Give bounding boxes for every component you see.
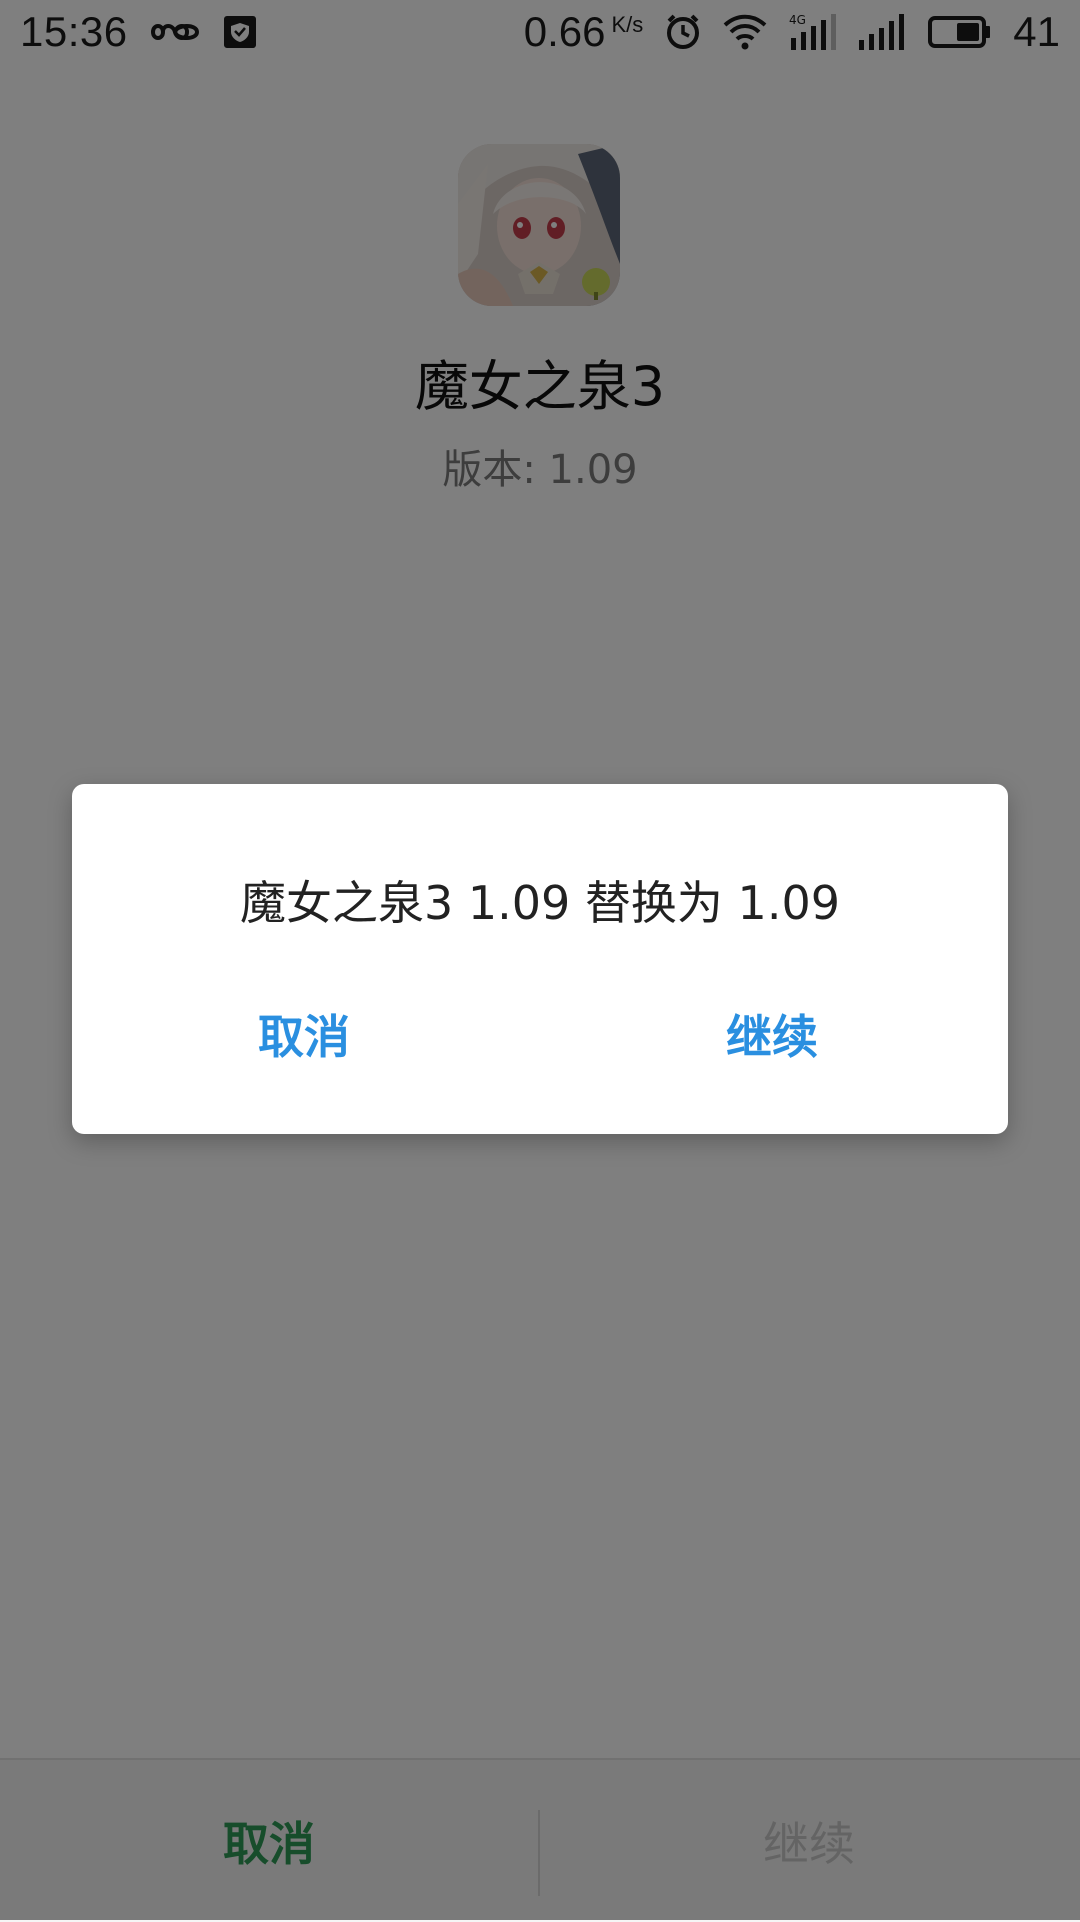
dialog-message: 魔女之泉3 1.09 替换为 1.09 (240, 876, 840, 930)
dialog-continue-button[interactable]: 继续 (726, 994, 818, 1074)
dialog-cancel-button[interactable]: 取消 (258, 994, 350, 1074)
replace-confirm-dialog: 魔女之泉3 1.09 替换为 1.09 取消 继续 (72, 784, 1008, 1134)
